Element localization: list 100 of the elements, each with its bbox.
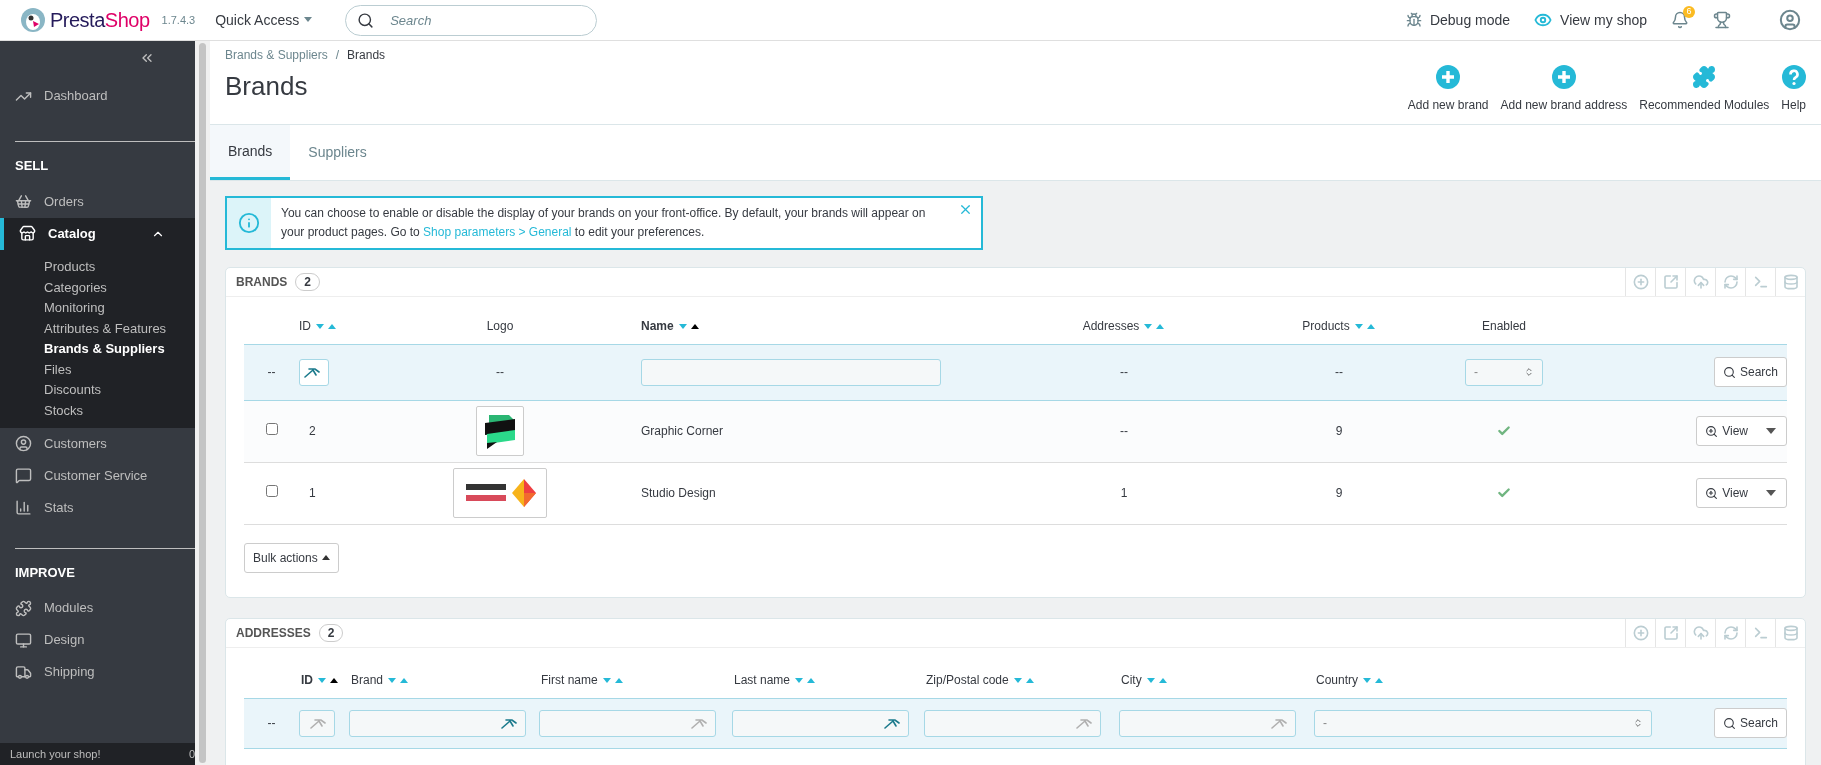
- column-header[interactable]: City: [1121, 672, 1168, 687]
- caret-icon: [1766, 428, 1776, 434]
- launch-shop-text: Launch your shop!: [10, 746, 101, 762]
- name-filter-field[interactable]: [641, 358, 941, 386]
- table-cell: --: [1120, 424, 1128, 438]
- logo-text: PrestaShop: [50, 10, 150, 30]
- refresh-icon: [1722, 625, 1739, 641]
- refresh-icon: [1722, 274, 1739, 290]
- trophy-button[interactable]: [1713, 11, 1731, 29]
- column-header[interactable]: Addresses: [1082, 319, 1166, 334]
- table-cell: --: [1120, 365, 1128, 379]
- view-shop-link[interactable]: View my shop: [1534, 9, 1647, 31]
- terminal-icon: [1752, 274, 1769, 290]
- column-header[interactable]: Zip/Postal code: [926, 672, 1035, 687]
- zoom-in-icon: [1705, 486, 1719, 500]
- notification-badge: 6: [1683, 6, 1695, 18]
- table-cell: Studio Design: [641, 486, 716, 500]
- toolbar-action-button[interactable]: Add new brand address: [1500, 65, 1628, 114]
- row-checkbox[interactable]: [265, 485, 278, 497]
- bug-icon: [1405, 12, 1422, 28]
- notifications-button[interactable]: [1671, 11, 1689, 29]
- breadcrumb-link[interactable]: Brands & Suppliers: [225, 46, 328, 64]
- terminal-icon: [1752, 625, 1769, 641]
- table-cell: 9: [1335, 486, 1343, 500]
- filter-field[interactable]: [732, 709, 909, 737]
- submenu-item[interactable]: Attributes & Features: [0, 318, 195, 339]
- eye-icon: [1534, 11, 1553, 29]
- sidebar-item[interactable]: Customer Service: [0, 459, 195, 492]
- search-button[interactable]: Search: [1713, 708, 1787, 738]
- puzzle-icon: [15, 599, 32, 617]
- column-header: Logo: [486, 319, 514, 334]
- toolbar-action-button[interactable]: Recommended Modules: [1639, 65, 1770, 114]
- debug-mode-link[interactable]: Debug mode: [1405, 9, 1511, 31]
- add-icon: [1551, 65, 1576, 89]
- view-button[interactable]: View: [1696, 416, 1787, 446]
- upload-icon: [1692, 625, 1709, 641]
- column-header[interactable]: Name: [641, 319, 700, 334]
- tab[interactable]: Brands: [210, 125, 291, 180]
- table-cell: 1: [1120, 486, 1128, 500]
- submenu-item[interactable]: Brands & Suppliers: [0, 338, 195, 359]
- close-button[interactable]: [958, 202, 973, 217]
- submenu-item[interactable]: Files: [0, 359, 195, 380]
- submenu-item[interactable]: Monitoring: [0, 297, 195, 318]
- breadcrumb-current: Brands: [347, 47, 386, 64]
- submenu-item[interactable]: Products: [0, 256, 195, 277]
- table-cell: 9: [1335, 424, 1343, 438]
- updown-icon: [1633, 718, 1643, 728]
- page-title: Brands: [225, 70, 309, 103]
- sidebar-item[interactable]: Design: [0, 624, 195, 656]
- filter-field[interactable]: [539, 709, 716, 737]
- sort-arrows-icon[interactable]: [677, 323, 700, 332]
- column-header[interactable]: Brand: [351, 672, 410, 687]
- filter-field[interactable]: [299, 709, 335, 737]
- add-icon: [1632, 274, 1649, 290]
- filter-field[interactable]: [924, 709, 1101, 737]
- search-button[interactable]: Search: [1713, 357, 1787, 387]
- sidebar-item[interactable]: Stats: [0, 491, 195, 524]
- user-icon: [1779, 9, 1801, 31]
- column-header[interactable]: First name: [541, 672, 624, 687]
- row-checkbox[interactable]: [265, 423, 278, 435]
- submenu-item[interactable]: Stocks: [0, 400, 195, 421]
- filter-field[interactable]: [1119, 709, 1296, 737]
- filter-field[interactable]: [349, 709, 526, 737]
- column-header[interactable]: ID: [301, 672, 339, 687]
- column-header[interactable]: Products: [1302, 319, 1376, 334]
- quick-access-menu[interactable]: Quick Access: [215, 9, 314, 31]
- chart-icon: [15, 499, 32, 516]
- logo-icon: [20, 7, 46, 33]
- search-field[interactable]: Search: [345, 4, 598, 36]
- toolbar-action-button[interactable]: Add new brand: [1407, 65, 1489, 114]
- caret-icon: [321, 555, 330, 560]
- sidebar-item[interactable]: Modules: [0, 592, 195, 624]
- sidebar-item[interactable]: Catalog: [0, 217, 195, 250]
- section-heading: SELL: [15, 158, 49, 173]
- sidebar-item[interactable]: Orders: [0, 185, 195, 218]
- search-icon: [1722, 716, 1736, 730]
- column-header[interactable]: ID: [299, 319, 337, 334]
- truck-icon: [15, 663, 32, 681]
- panel-title: ADDRESSES: [236, 625, 311, 642]
- sidebar-item[interactable]: Dashboard: [0, 75, 195, 117]
- alert-text: You can choose to enable or disable the display of your brands on your front-office. By default, your brands will appear on your product pages. Go to Shop parameters > General to edit your preferences.: [280, 205, 927, 241]
- zoom-in-icon: [1705, 424, 1719, 438]
- sort-arrows-icon[interactable]: [317, 676, 339, 685]
- column-header[interactable]: Country: [1316, 672, 1385, 687]
- chat-icon: [15, 467, 32, 484]
- submenu-item[interactable]: Categories: [0, 277, 195, 298]
- tab[interactable]: Suppliers: [290, 125, 385, 180]
- sidebar-item[interactable]: Customers: [0, 427, 195, 460]
- account-button[interactable]: [1779, 9, 1801, 31]
- table-cell: --: [1335, 365, 1343, 379]
- section-heading: IMPROVE: [15, 564, 75, 580]
- view-button[interactable]: View: [1696, 478, 1787, 508]
- store-icon: [19, 225, 36, 242]
- scrollbar[interactable]: [199, 43, 206, 763]
- bulk-actions-button[interactable]: Bulk actions: [244, 542, 339, 573]
- id-filter-field[interactable]: [299, 358, 329, 386]
- sidebar-item[interactable]: Shipping: [0, 656, 195, 688]
- submenu-item[interactable]: Discounts: [0, 379, 195, 400]
- column-header[interactable]: Last name: [734, 672, 817, 687]
- toolbar-action-button[interactable]: Help: [1781, 65, 1806, 114]
